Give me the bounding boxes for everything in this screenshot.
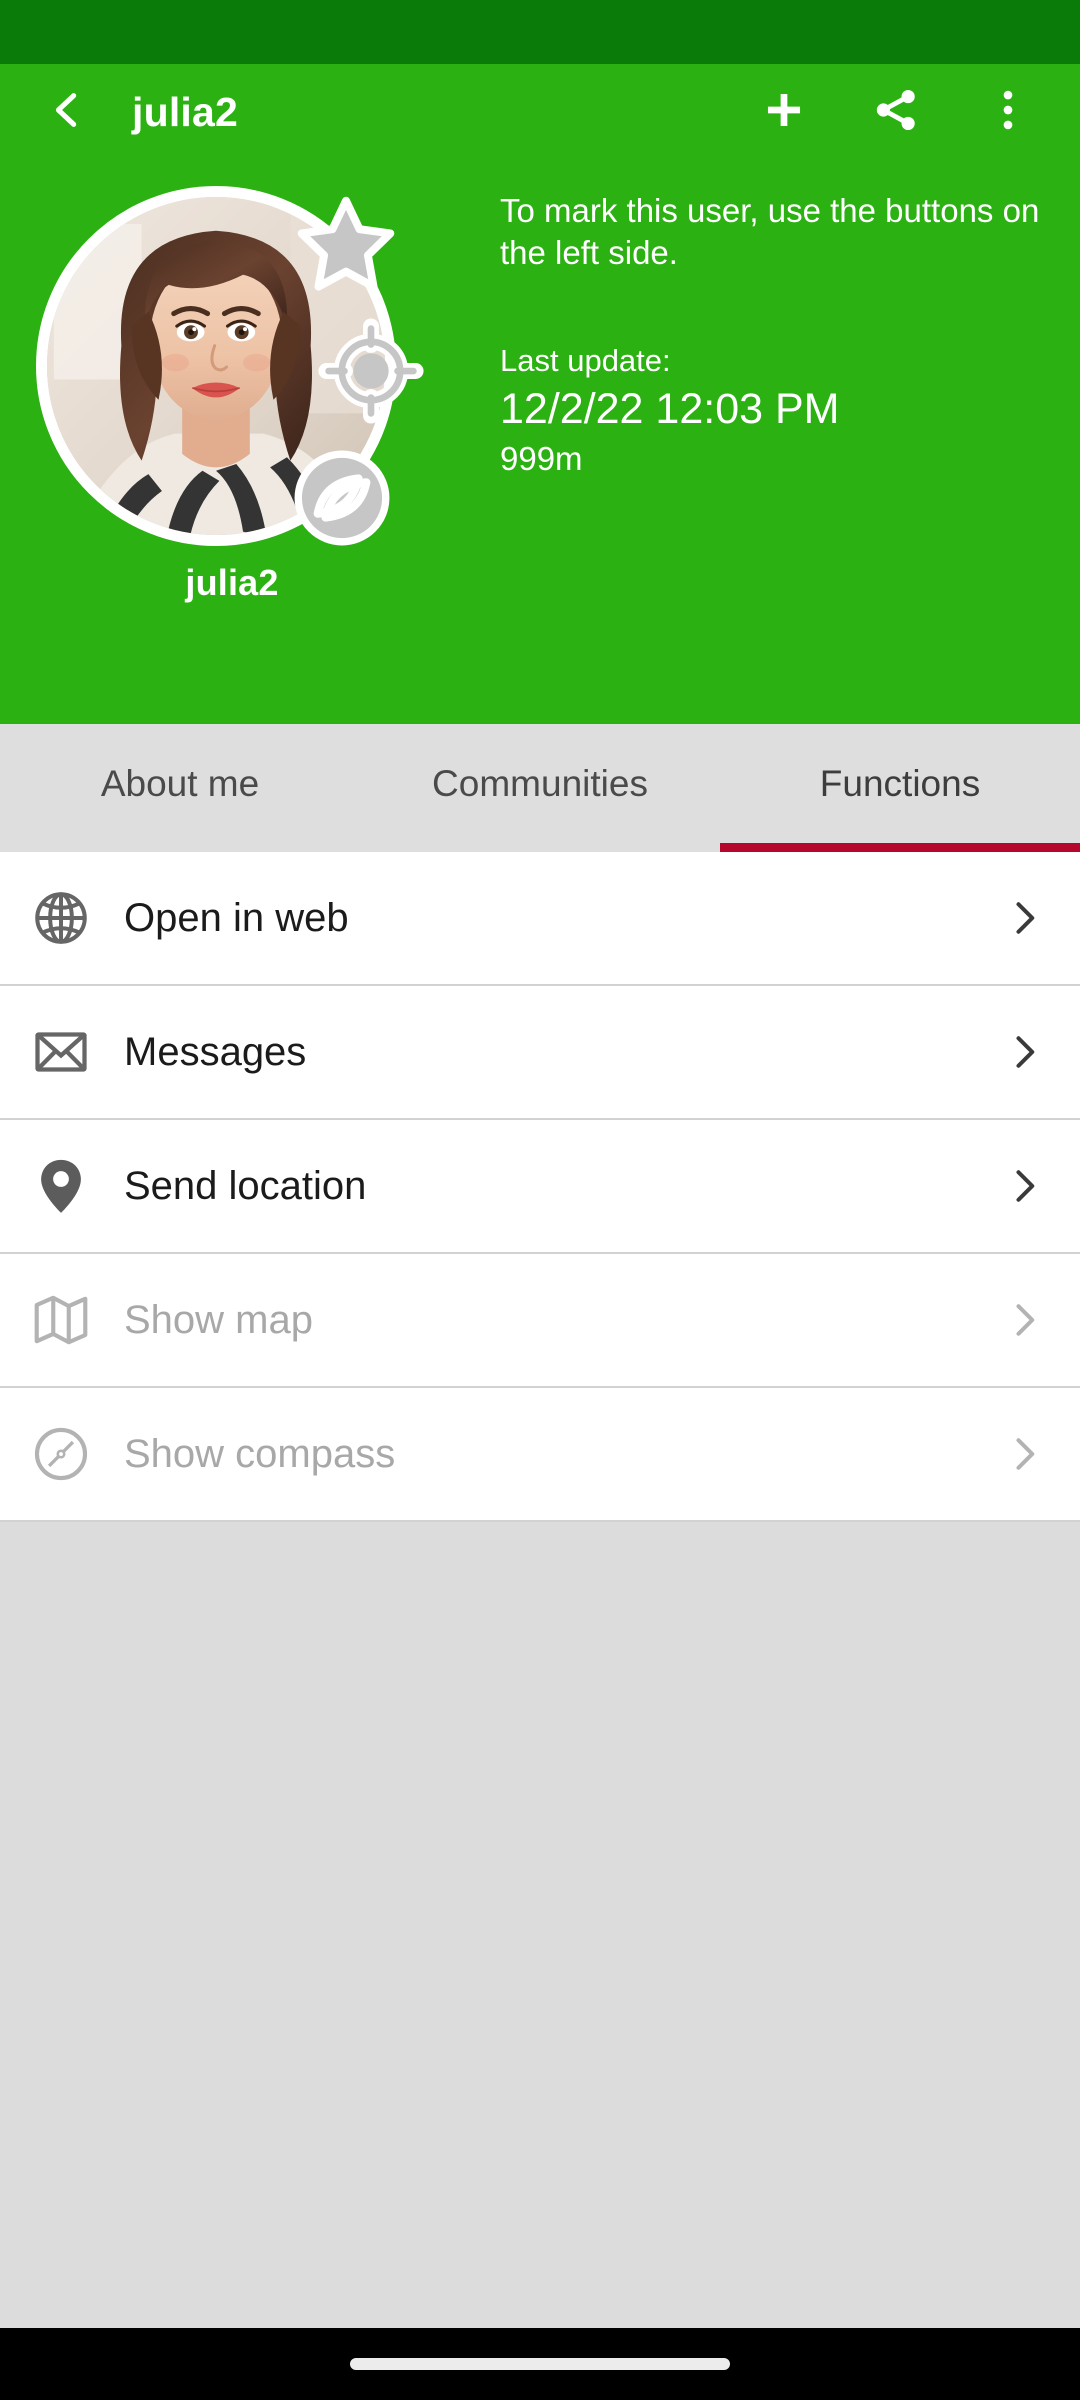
tab-bar: About me Communities Functions (0, 724, 1080, 852)
tab-about-me[interactable]: About me (0, 724, 360, 852)
distance-value: 999m (500, 440, 583, 478)
last-update-value: 12/2/22 12:03 PM (500, 384, 840, 433)
chevron-right-icon (1002, 1164, 1046, 1208)
profile-username: julia2 (185, 562, 279, 603)
list-item-label: Send location (124, 1163, 367, 1208)
target-badge[interactable] (318, 318, 424, 424)
star-icon (290, 190, 402, 302)
envelope-icon (24, 1022, 98, 1082)
tab-functions[interactable]: Functions (720, 724, 1080, 852)
back-button[interactable] (36, 81, 98, 143)
share-icon (870, 84, 922, 141)
tab-label: Communities (432, 763, 648, 804)
crosshair-icon (318, 318, 424, 424)
list-item-label: Open in web (124, 895, 349, 940)
globe-icon (24, 887, 98, 949)
list-item-messages[interactable]: Messages (0, 986, 1080, 1120)
app-bar-actions (756, 84, 1044, 140)
system-navigation-bar (0, 2328, 1080, 2400)
add-button[interactable] (756, 84, 812, 140)
tab-communities[interactable]: Communities (360, 724, 720, 852)
favorite-badge[interactable] (290, 190, 402, 302)
share-button[interactable] (868, 84, 924, 140)
list-item-show-compass[interactable]: Show compass (0, 1388, 1080, 1522)
more-vertical-icon (982, 84, 1034, 141)
mark-user-note: To mark this user, use the buttons on th… (500, 192, 1040, 272)
functions-list: Open in web Messages Send location Show … (0, 852, 1080, 1522)
chevron-right-icon (1002, 1298, 1046, 1342)
tab-label: Functions (819, 763, 981, 804)
list-item-label: Messages (124, 1029, 307, 1074)
list-item-label: Show compass (124, 1431, 396, 1476)
app-bar: julia2 (0, 64, 1080, 160)
map-icon (24, 1289, 98, 1351)
chevron-right-icon (1002, 1030, 1046, 1074)
tab-label: About me (100, 763, 260, 804)
page-title: julia2 (132, 88, 239, 135)
gesture-home-pill[interactable] (350, 2358, 730, 2370)
compass-icon (24, 1423, 98, 1485)
phone-screen: julia2 julia2 To mark this user, use the… (0, 0, 1080, 2400)
status-bar (0, 0, 1080, 64)
list-item-send-location[interactable]: Send location (0, 1120, 1080, 1254)
overflow-button[interactable] (980, 84, 1036, 140)
chevron-right-icon (1002, 1432, 1046, 1476)
plus-icon (758, 84, 810, 141)
avatar-column: julia2 (0, 178, 500, 724)
block-badge[interactable] (290, 446, 394, 550)
avatar-with-badges (22, 178, 442, 558)
list-item-show-map[interactable]: Show map (0, 1254, 1080, 1388)
map-pin-icon (24, 1155, 98, 1217)
content-empty-area (0, 1522, 1080, 2328)
chevron-right-icon (1002, 896, 1046, 940)
chevron-left-icon (44, 87, 90, 138)
blocked-icon (290, 446, 394, 550)
profile-info: To mark this user, use the buttons on th… (500, 178, 1080, 724)
last-update-label: Last update: (500, 343, 671, 379)
tab-active-indicator (720, 843, 1080, 852)
list-item-label: Show map (124, 1297, 313, 1342)
list-item-open-in-web[interactable]: Open in web (0, 852, 1080, 986)
profile-header: julia2 To mark this user, use the button… (0, 160, 1080, 724)
